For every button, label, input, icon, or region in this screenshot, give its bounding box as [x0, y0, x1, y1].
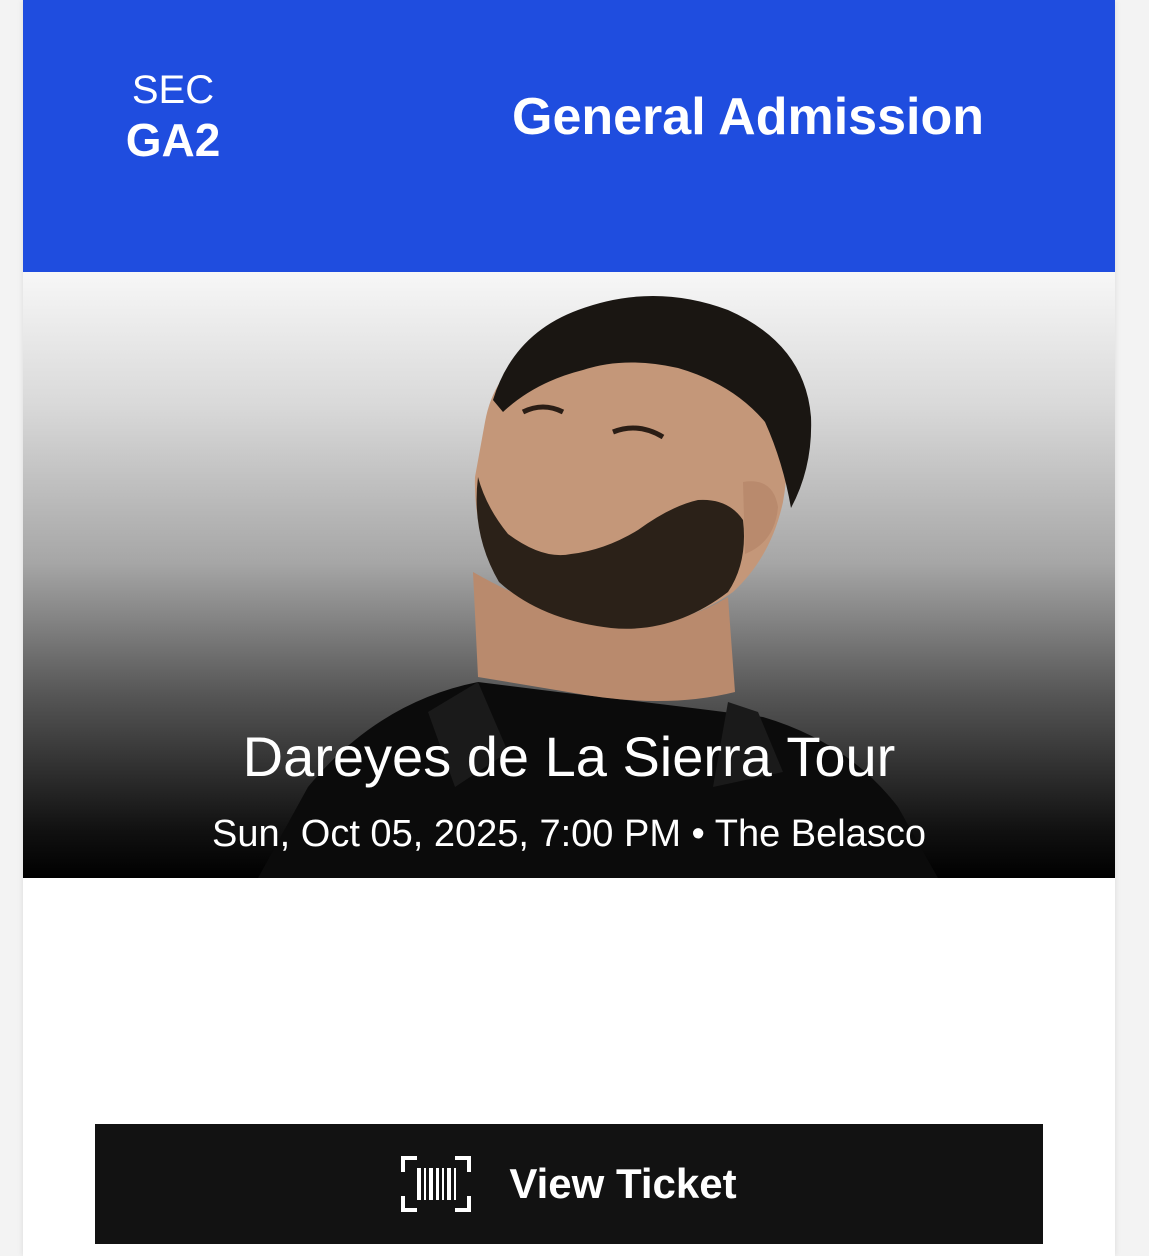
event-meta: Sun, Oct 05, 2025, 7:00 PM • The Belasco: [23, 810, 1115, 858]
ticket-page: SEC GA2 General Admission Dareyes de La …: [0, 0, 1149, 1256]
section-info: SEC GA2: [93, 66, 253, 166]
event-date-time: Sun, Oct 05, 2025, 7:00 PM: [212, 813, 681, 855]
ticket-card: SEC GA2 General Admission Dareyes de La …: [23, 0, 1115, 1256]
event-hero: Dareyes de La Sierra Tour Sun, Oct 05, 2…: [23, 272, 1115, 878]
ticket-header: SEC GA2 General Admission: [23, 0, 1115, 272]
event-venue: The Belasco: [714, 813, 926, 855]
section-label: SEC: [131, 68, 215, 112]
admission-type: General Admission: [512, 88, 984, 146]
barcode-icon: [401, 1156, 472, 1212]
section-value: GA2: [125, 114, 221, 166]
meta-separator: •: [691, 813, 705, 855]
event-title: Dareyes de La Sierra Tour: [242, 725, 896, 788]
view-ticket-button[interactable]: View Ticket: [95, 1124, 1043, 1244]
view-ticket-label: View Ticket: [509, 1160, 737, 1207]
